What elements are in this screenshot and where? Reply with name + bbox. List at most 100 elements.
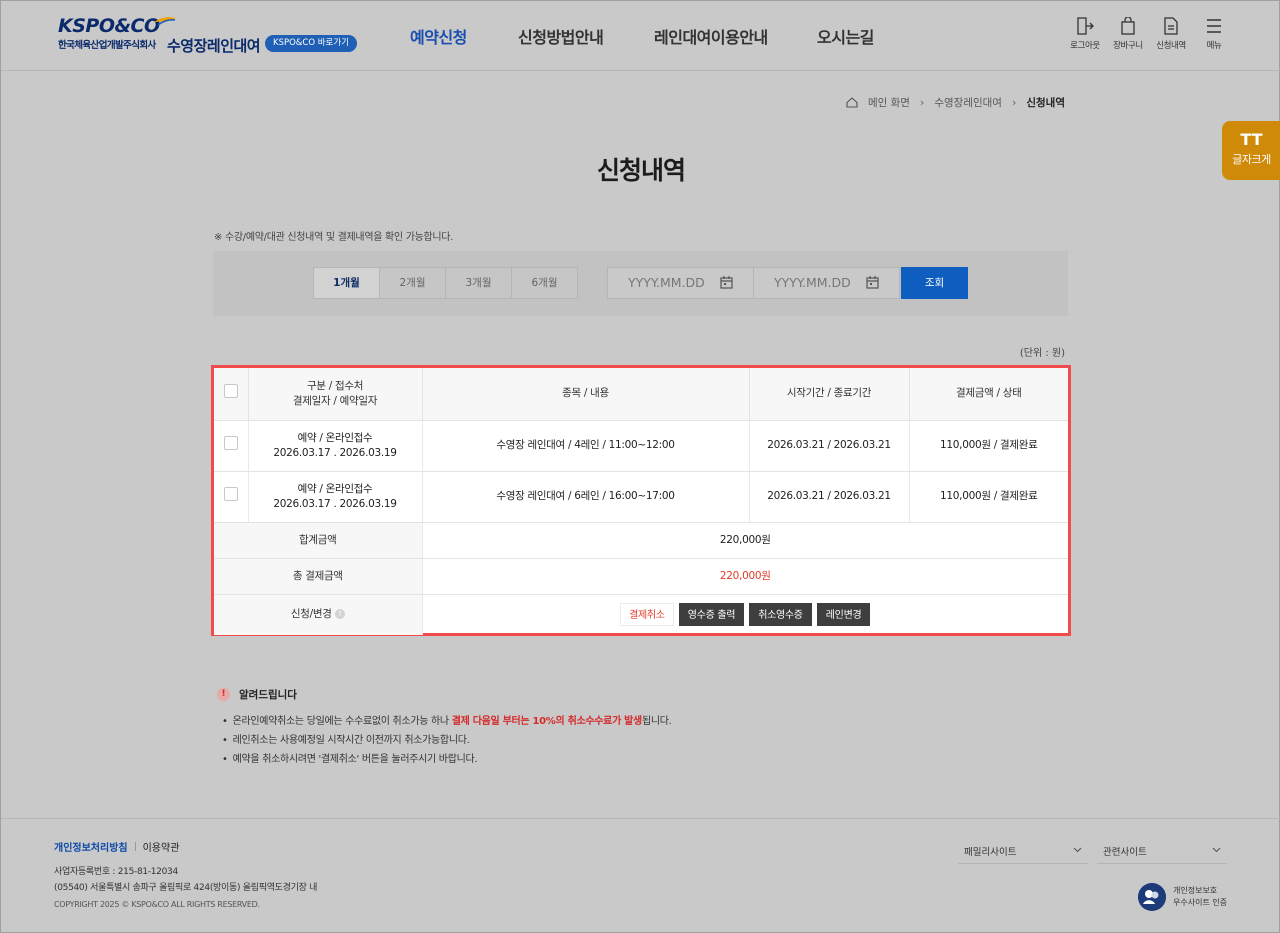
menu-label: 메뉴 (1206, 41, 1222, 51)
breadcrumb-current: 신청내역 (1026, 97, 1065, 109)
total-value: 220,000원 (421, 558, 1068, 595)
certification-text: 개인정보보호 우수사이트 인증 (1173, 885, 1227, 909)
notice-text: 됩니다. (641, 716, 672, 727)
print-receipt-button[interactable]: 영수증 출력 (678, 603, 745, 627)
logout-button[interactable]: 로그아웃 (1065, 17, 1105, 51)
row-dates: 2026.03.17 . 2026.03.19 (273, 497, 397, 510)
row-type-cell: 예약 / 온라인접수 2026.03.17 . 2026.03.19 (247, 420, 422, 472)
menu-button[interactable]: 메뉴 (1194, 17, 1234, 51)
header-amount: 결제금액 / 상태 (908, 368, 1068, 421)
row-checkbox[interactable] (223, 487, 238, 501)
terms-link[interactable]: 이용약관 (143, 839, 180, 854)
logout-icon (1077, 17, 1094, 35)
action-buttons: 결제취소 영수증 출력 취소영수증 레인변경 (421, 594, 1068, 635)
site-name[interactable]: 수영장레인대여 (167, 35, 261, 56)
start-date-input[interactable]: YYYY.MM.DD (607, 267, 754, 299)
row-item: 수영장 레인대여 / 4레인 / 11:00~12:00 (421, 420, 749, 472)
nav-lane-rental-guide[interactable]: 레인대여이용안내 (654, 24, 768, 48)
chevron-down-icon (1073, 847, 1082, 853)
calendar-icon[interactable] (720, 276, 733, 289)
sum-value: 220,000원 (421, 522, 1068, 559)
breadcrumb-home[interactable]: 메인 화면 (868, 95, 910, 110)
row-select-cell (214, 471, 248, 523)
cancel-receipt-button[interactable]: 취소영수증 (749, 603, 812, 627)
logo-wordmark: KSPO&CO (58, 15, 160, 37)
sum-row: 합계금액 220,000원 (214, 522, 1068, 559)
period-1-month[interactable]: 1개월 (313, 267, 380, 299)
font-size-icon: TT (1240, 130, 1263, 149)
footer-links: 개인정보처리방침 이용약관 (54, 839, 179, 854)
kspo-shortcut-button[interactable]: KSPO&CO 바로가기 (265, 35, 358, 52)
certification-line2: 우수사이트 인증 (1173, 898, 1228, 907)
notice-highlight: 결제 다음일 부터는 10%의 취소수수료가 발생 (451, 716, 643, 727)
total-label: 총 결제금액 (214, 558, 422, 595)
cart-button[interactable]: 장바구니 (1108, 17, 1148, 51)
row-type: 예약 / 온라인접수 (297, 482, 373, 495)
row-type: 예약 / 온라인접수 (297, 431, 373, 444)
related-site-label: 관련사이트 (1103, 847, 1147, 858)
document-icon (1164, 17, 1178, 35)
chevron-right-icon: › (1011, 96, 1017, 109)
family-site-label: 패밀리사이트 (964, 847, 1017, 858)
select-all-checkbox[interactable] (223, 384, 238, 399)
period-6-months[interactable]: 6개월 (511, 267, 578, 299)
action-label: 신청/변경 (290, 608, 332, 621)
application-history-button[interactable]: 신청내역 (1151, 17, 1191, 51)
related-site-select[interactable]: 관련사이트 (1097, 840, 1227, 864)
end-date-placeholder: YYYY.MM.DD (774, 275, 851, 290)
end-date-input[interactable]: YYYY.MM.DD (753, 267, 900, 299)
notice-section: ! 알려드립니다 온라인예약취소는 당일에는 수수료없이 취소가능 하나 결제 … (217, 687, 672, 769)
family-site-select[interactable]: 패밀리사이트 (958, 840, 1088, 864)
notice-header: ! 알려드립니다 (217, 687, 672, 702)
chevron-right-icon: › (919, 96, 925, 109)
header-type: 구분 / 접수처결제일자 / 예약일자 (247, 368, 422, 421)
nav-how-to-apply[interactable]: 신청방법안내 (518, 24, 604, 48)
nav-reservation[interactable]: 예약신청 (410, 24, 467, 48)
row-checkbox[interactable] (223, 436, 238, 450)
business-number: 사업자등록번호 : 215-81-12034 (54, 867, 178, 877)
company-address: (05540) 서울특별시 송파구 올림픽로 424(방이동) 올림픽역도경기장… (54, 883, 318, 893)
start-date-placeholder: YYYY.MM.DD (628, 275, 705, 290)
row-dates: 2026.03.17 . 2026.03.19 (273, 446, 397, 459)
period-3-months[interactable]: 3개월 (445, 267, 512, 299)
site-header: KSPO&CO 한국체육산업개발주식회사 수영장레인대여 KSPO&CO 바로가… (1, 1, 1280, 71)
logo-swoosh-icon (154, 17, 176, 26)
row-item: 수영장 레인대여 / 6레인 / 16:00~17:00 (421, 471, 749, 523)
row-type-cell: 예약 / 온라인접수 2026.03.17 . 2026.03.19 (247, 471, 422, 523)
divider (134, 842, 136, 851)
row-amount: 110,000원 / 결제완료 (908, 420, 1068, 472)
notice-title: 알려드립니다 (239, 689, 297, 701)
nav-directions[interactable]: 오시는길 (817, 24, 874, 48)
page: KSPO&CO 한국체육산업개발주식회사 수영장레인대여 KSPO&CO 바로가… (0, 0, 1280, 933)
row-amount: 110,000원 / 결제완료 (908, 471, 1068, 523)
period-2-months[interactable]: 2개월 (379, 267, 446, 299)
notice-list: 온라인예약취소는 당일에는 수수료없이 취소가능 하나 결제 다음일 부터는 1… (217, 712, 672, 769)
home-icon[interactable] (846, 97, 858, 108)
table-row: 예약 / 온라인접수 2026.03.17 . 2026.03.19 수영장 레인… (214, 420, 1068, 472)
hamburger-menu-icon (1207, 19, 1221, 33)
kspo-logo[interactable]: KSPO&CO 한국체육산업개발주식회사 (58, 15, 176, 51)
row-select-cell (214, 420, 248, 472)
lane-change-button[interactable]: 레인변경 (816, 603, 871, 627)
certification-line1: 개인정보보호 (1173, 886, 1218, 895)
application-history-table: 구분 / 접수처 결제일자 / 예약일자 종목 / 내용 시작기간 / 종료기간 … (211, 365, 1071, 636)
notice-item: 예약을 취소하시려면 '결제취소' 버튼을 눌러주시기 바랍니다. (217, 750, 672, 769)
calendar-icon[interactable] (866, 276, 879, 289)
header-type-label: 구분 / 접수처 (306, 379, 364, 392)
select-all-cell (214, 368, 248, 421)
breadcrumb-lane-rental[interactable]: 수영장레인대여 (934, 95, 1002, 110)
header-date-label: 결제일자 / 예약일자 (292, 394, 378, 407)
notice-item: 온라인예약취소는 당일에는 수수료없이 취소가능 하나 결제 다음일 부터는 1… (217, 712, 672, 731)
alert-icon: ! (217, 688, 230, 701)
privacy-certification: 개인정보보호 우수사이트 인증 (1138, 883, 1227, 911)
row-period: 2026.03.21 / 2026.03.21 (748, 471, 909, 523)
search-button[interactable]: 조회 (901, 267, 968, 299)
action-row: 신청/변경? 결제취소 영수증 출력 취소영수증 레인변경 (214, 594, 1068, 635)
period-selector: 1개월 2개월 3개월 6개월 (313, 267, 578, 299)
search-filter-box: 1개월 2개월 3개월 6개월 YYYY.MM.DD YYYY.MM.DD 조회 (213, 251, 1068, 316)
privacy-policy-link[interactable]: 개인정보처리방침 (54, 839, 128, 854)
logo-subtitle: 한국체육산업개발주식회사 (58, 40, 156, 51)
help-icon[interactable]: ? (334, 609, 345, 620)
payment-cancel-button[interactable]: 결제취소 (620, 603, 674, 627)
application-history-label: 신청내역 (1156, 41, 1186, 51)
